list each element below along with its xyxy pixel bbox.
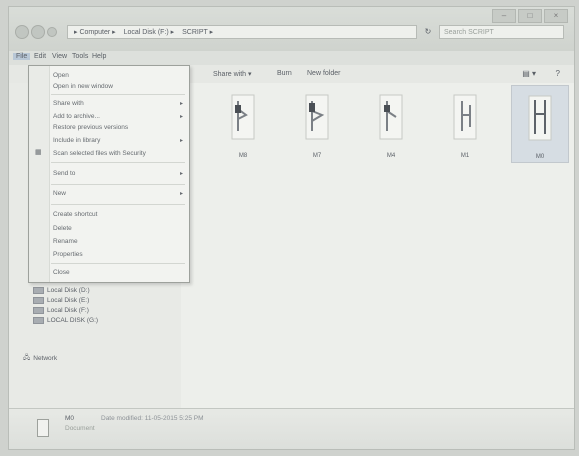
drive-label: Local Disk (F:): [47, 307, 89, 314]
menu-view[interactable]: View: [49, 53, 70, 60]
network-label: Network: [33, 355, 58, 362]
file-name: M1: [460, 153, 470, 159]
breadcrumb-folder[interactable]: SCRIPT ▸: [182, 29, 213, 36]
menu-item-open-new-window[interactable]: Open in new window: [53, 83, 113, 90]
menu-item-rename[interactable]: Rename: [53, 238, 78, 245]
help-icon[interactable]: ?: [556, 69, 560, 78]
menu-separator: [51, 162, 185, 163]
file-name: M8: [238, 153, 248, 159]
forward-arrow-icon[interactable]: [31, 25, 45, 39]
submenu-arrow-icon: ▸: [179, 114, 183, 120]
security-scan-icon: ▦: [35, 149, 42, 156]
menu-item-include-in-library[interactable]: Include in library: [53, 137, 100, 144]
drive-icon: [33, 287, 44, 294]
submenu-arrow-icon: ▸: [179, 138, 183, 144]
document-thumbnail-icon: [298, 91, 336, 143]
menu-help[interactable]: Help: [89, 53, 109, 60]
file-item[interactable]: M4: [363, 91, 419, 167]
document-thumbnail-icon: [372, 91, 410, 143]
nav-drive-g[interactable]: LOCAL DISK (G:): [33, 317, 98, 324]
menu-bar: File Edit View Tools Help: [9, 51, 574, 65]
view-options-icon[interactable]: ▤ ▾: [522, 69, 536, 78]
maximize-button[interactable]: □: [518, 9, 542, 23]
drive-label: Local Disk (E:): [47, 297, 90, 304]
menu-item-properties[interactable]: Properties: [53, 251, 83, 258]
window-controls: – □ ×: [492, 9, 568, 23]
file-item[interactable]: M1: [437, 91, 493, 167]
command-bar: Share with ▾ Burn New folder ▤ ▾ ?: [181, 67, 574, 81]
menu-tools[interactable]: Tools: [69, 53, 91, 60]
menu-icon-strip: [29, 66, 50, 282]
menu-separator: [51, 184, 185, 185]
submenu-arrow-icon: ▸: [179, 101, 183, 107]
submenu-arrow-icon: ▸: [179, 191, 183, 197]
document-thumbnail-icon: [224, 91, 262, 143]
menu-item-send-to[interactable]: Send to: [53, 170, 75, 177]
menu-item-new[interactable]: New: [53, 190, 66, 197]
new-folder-button[interactable]: New folder: [307, 70, 340, 77]
menu-separator: [51, 263, 185, 264]
drive-icon: [33, 317, 44, 324]
file-name: M4: [386, 153, 396, 159]
address-bar[interactable]: ▸ Computer ▸ Local Disk (F:) ▸ SCRIPT ▸: [67, 25, 417, 39]
share-with-button[interactable]: Share with ▾: [213, 70, 252, 78]
menu-file[interactable]: File: [13, 53, 31, 60]
close-button[interactable]: ×: [544, 9, 568, 23]
menu-item-open[interactable]: Open: [53, 72, 69, 79]
file-menu-dropdown: Open Open in new window Share with ▸ Add…: [28, 65, 190, 283]
drive-label: LOCAL DISK (G:): [47, 317, 99, 324]
menu-item-restore-previous-versions[interactable]: Restore previous versions: [53, 124, 128, 131]
refresh-icon[interactable]: ↻: [421, 25, 435, 39]
nav-network[interactable]: 🖧 Network: [23, 353, 57, 364]
menu-item-delete[interactable]: Delete: [53, 225, 72, 232]
document-thumbnail-icon: [446, 91, 484, 143]
menu-item-share-with[interactable]: Share with: [53, 100, 84, 107]
nav-drive-d[interactable]: Local Disk (D:): [33, 287, 90, 294]
back-arrow-icon[interactable]: [15, 25, 29, 39]
menu-item-create-shortcut[interactable]: Create shortcut: [53, 211, 97, 218]
nav-drive-e[interactable]: Local Disk (E:): [33, 297, 89, 304]
menu-item-scan-selected[interactable]: Scan selected files with Security: [53, 150, 146, 157]
submenu-arrow-icon: ▸: [179, 171, 183, 177]
recent-pages-icon[interactable]: [47, 27, 57, 37]
minimize-button[interactable]: –: [492, 9, 516, 23]
breadcrumb-computer[interactable]: ▸ Computer ▸: [74, 29, 116, 36]
details-date-modified: Date modified: 11-05-2015 5:25 PM: [101, 415, 204, 422]
title-bar: – □ × ▸ Computer ▸ Local Disk (F:) ▸ SCR…: [9, 7, 574, 52]
file-item[interactable]: M8: [215, 91, 271, 167]
menu-item-close[interactable]: Close: [53, 269, 70, 276]
file-list: M8 M7 M4 M1 M0: [181, 83, 574, 409]
file-name: M7: [312, 153, 322, 159]
drive-label: Local Disk (D:): [47, 287, 90, 294]
menu-separator: [51, 94, 185, 95]
document-icon: [37, 419, 49, 437]
breadcrumb-drive[interactable]: Local Disk (F:) ▸: [124, 29, 175, 36]
document-thumbnail-icon: [521, 92, 559, 144]
explorer-window: – □ × ▸ Computer ▸ Local Disk (F:) ▸ SCR…: [8, 6, 575, 450]
drive-icon: [33, 297, 44, 304]
search-input[interactable]: Search SCRIPT: [439, 25, 564, 39]
network-icon: 🖧: [23, 354, 31, 361]
burn-button[interactable]: Burn: [277, 70, 292, 77]
menu-separator: [51, 204, 185, 205]
nav-drive-f[interactable]: Local Disk (F:): [33, 307, 89, 314]
menu-item-add-to-archive[interactable]: Add to archive...: [53, 113, 100, 120]
file-item[interactable]: M7: [289, 91, 345, 167]
menu-edit[interactable]: Edit: [31, 53, 49, 60]
details-pane: M0 Document Date modified: 11-05-2015 5:…: [9, 408, 574, 449]
details-file-type: Document: [65, 425, 95, 432]
drive-icon: [33, 307, 44, 314]
details-file-name: M0: [65, 415, 75, 422]
file-name: M0: [535, 154, 545, 160]
file-item-selected[interactable]: M0: [511, 85, 569, 163]
